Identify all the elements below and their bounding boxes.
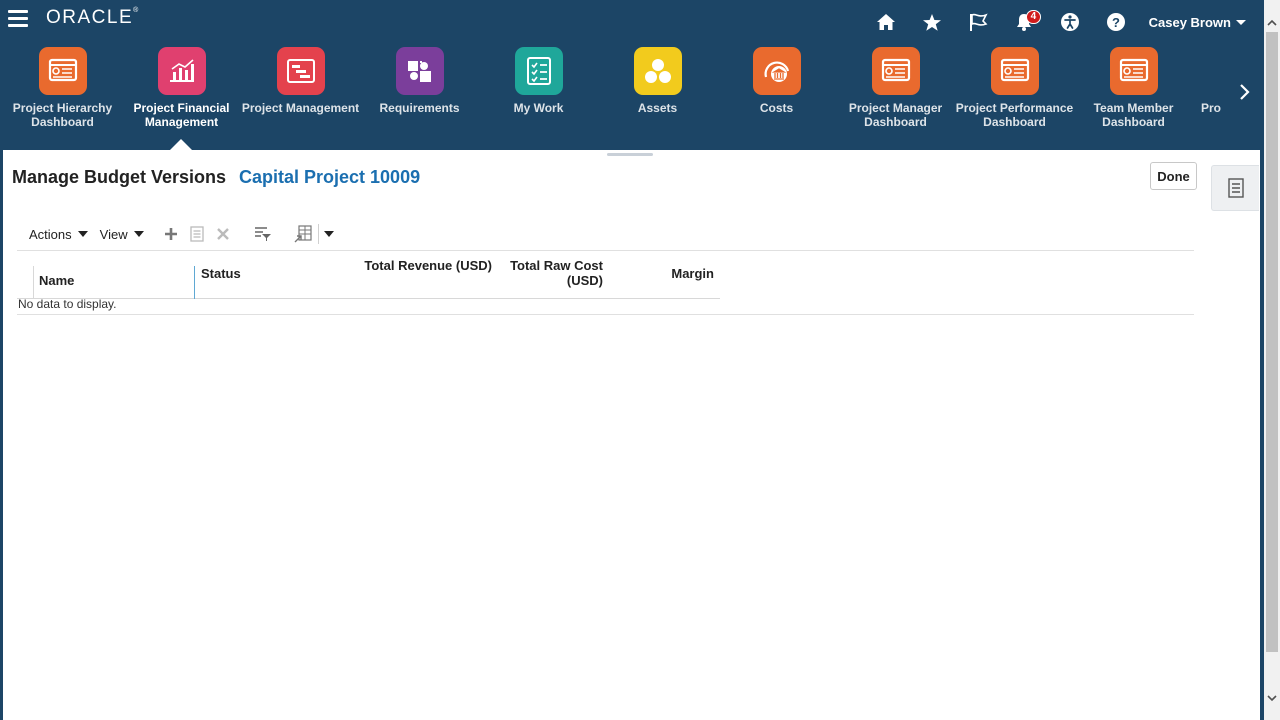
springboard-item-partial[interactable]: Pro bbox=[1193, 47, 1230, 129]
dashboard-icon bbox=[1109, 47, 1158, 95]
notification-count-badge: 4 bbox=[1025, 10, 1042, 24]
costs-icon bbox=[752, 47, 801, 95]
delete-icon[interactable] bbox=[210, 223, 236, 245]
empty-table-message: No data to display. bbox=[18, 297, 117, 311]
chevron-down-icon bbox=[1236, 19, 1246, 25]
table-toolbar: Actions View bbox=[17, 223, 1194, 245]
edit-icon[interactable] bbox=[184, 223, 210, 245]
dashboard-icon bbox=[871, 47, 920, 95]
column-header-status[interactable]: Status bbox=[201, 266, 241, 311]
puzzle-icon bbox=[395, 47, 444, 95]
caret-down-icon bbox=[77, 231, 88, 237]
scroll-down-icon[interactable] bbox=[1264, 690, 1280, 706]
column-header-total-revenue[interactable]: Total Revenue (USD) bbox=[357, 258, 492, 303]
detach-table-icon[interactable] bbox=[290, 223, 316, 245]
navigator-menu-icon[interactable] bbox=[8, 10, 28, 28]
column-resize-handle[interactable] bbox=[194, 266, 195, 299]
springboard-item-costs[interactable]: Costs bbox=[717, 47, 836, 129]
springboard-item-my-work[interactable]: My Work bbox=[479, 47, 598, 129]
query-by-example-icon[interactable] bbox=[250, 223, 276, 245]
springboard-item-project-manager-dashboard[interactable]: Project Manager Dashboard bbox=[836, 47, 955, 129]
global-icons: 4 ? Casey Brown bbox=[863, 8, 1246, 36]
bar-chart-icon bbox=[157, 47, 206, 95]
scrollbar-thumb[interactable] bbox=[1266, 32, 1278, 652]
view-menu[interactable]: View bbox=[100, 227, 144, 242]
toolbar-separator bbox=[317, 224, 319, 244]
main-content: Manage Budget Versions Capital Project 1… bbox=[3, 150, 1260, 720]
column-divider bbox=[33, 266, 34, 299]
notifications-bell-icon[interactable]: 4 bbox=[1001, 8, 1047, 36]
document-icon bbox=[1227, 178, 1244, 198]
assets-icon bbox=[633, 47, 682, 95]
watchlist-flag-icon[interactable] bbox=[955, 8, 1001, 36]
springboard-item-team-member-dashboard[interactable]: Team Member Dashboard bbox=[1074, 47, 1193, 129]
done-button[interactable]: Done bbox=[1150, 162, 1197, 190]
springboard-item-project-financial-management[interactable]: Project Financial Management bbox=[122, 47, 241, 129]
column-header-total-raw-cost[interactable]: Total Raw Cost (USD) bbox=[487, 258, 603, 303]
overflow-caret-icon[interactable] bbox=[321, 223, 337, 245]
help-icon[interactable]: ? bbox=[1093, 8, 1139, 36]
springboard-item-project-management[interactable]: Project Management bbox=[241, 47, 360, 129]
column-header-margin[interactable]: Margin bbox=[617, 266, 714, 311]
side-panel-tab[interactable] bbox=[1211, 165, 1259, 211]
springboard-item-assets[interactable]: Assets bbox=[598, 47, 717, 129]
table-header: Name Status Total Revenue (USD) Total Ra… bbox=[17, 254, 720, 299]
add-icon[interactable] bbox=[158, 223, 184, 245]
checklist-icon bbox=[514, 47, 563, 95]
global-header: ORACLE® 4 ? Casey Brown Project Hierarch… bbox=[0, 0, 1264, 150]
vertical-scrollbar[interactable] bbox=[1264, 0, 1280, 720]
caret-down-icon bbox=[133, 231, 144, 237]
actions-menu[interactable]: Actions bbox=[29, 227, 88, 242]
dashboard-icon bbox=[38, 47, 87, 95]
gantt-icon bbox=[276, 47, 325, 95]
page-subtitle: Capital Project 10009 bbox=[239, 167, 421, 187]
dashboard-icon bbox=[990, 47, 1039, 95]
user-name: Casey Brown bbox=[1148, 14, 1231, 30]
oracle-logo[interactable]: ORACLE® bbox=[46, 7, 140, 29]
accessibility-icon[interactable] bbox=[1047, 8, 1093, 36]
column-header-name[interactable]: Name bbox=[39, 273, 74, 318]
scroll-up-icon[interactable] bbox=[1264, 14, 1280, 30]
springboard-item-project-hierarchy-dashboard[interactable]: Project Hierarchy Dashboard bbox=[3, 47, 122, 129]
springboard: Project Hierarchy Dashboard Project Fina… bbox=[0, 47, 1230, 150]
chevron-right-icon[interactable] bbox=[1234, 82, 1254, 102]
divider bbox=[17, 250, 1194, 251]
svg-text:?: ? bbox=[1112, 15, 1120, 30]
active-item-pointer bbox=[170, 139, 192, 150]
home-icon[interactable] bbox=[863, 8, 909, 36]
panel-drag-handle[interactable] bbox=[607, 153, 653, 156]
favorites-star-icon[interactable] bbox=[909, 8, 955, 36]
page-title: Manage Budget Versions bbox=[12, 167, 227, 187]
divider bbox=[17, 314, 1194, 315]
user-menu[interactable]: Casey Brown bbox=[1149, 15, 1246, 30]
springboard-item-requirements[interactable]: Requirements bbox=[360, 47, 479, 129]
springboard-item-project-performance-dashboard[interactable]: Project Performance Dashboard bbox=[955, 47, 1074, 129]
